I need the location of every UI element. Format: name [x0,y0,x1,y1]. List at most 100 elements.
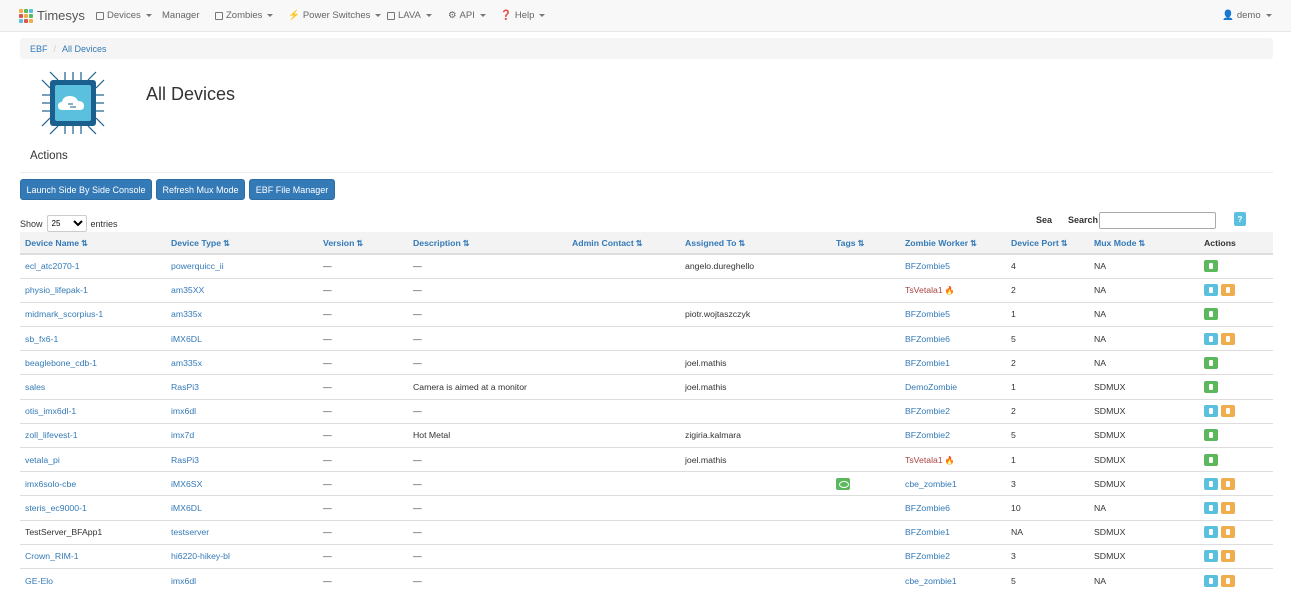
name-value[interactable]: steris_ec9000-1 [25,503,87,513]
tags-cell [831,374,900,400]
name-value[interactable]: GE-Elo [25,576,53,586]
column-header[interactable]: Version ⇅ [318,232,408,255]
type-value[interactable]: RasPi3 [171,455,199,465]
console-button[interactable] [1204,477,1218,490]
column-header[interactable]: Device Port ⇅ [1006,232,1089,255]
name-value[interactable]: sb_fx6-1 [25,334,58,344]
tags-cell [831,422,900,448]
column-header[interactable]: Mux Mode ⇅ [1089,232,1199,255]
type-value[interactable]: imx6dl [171,576,196,586]
column-header[interactable]: Assigned To ⇅ [680,232,831,255]
nav-lava-label: LAVA [398,10,421,21]
type-value[interactable]: iMX6DL [171,334,202,344]
type-value[interactable]: iMX6DL [171,503,202,513]
column-header[interactable]: Zombie Worker ⇅ [900,232,1006,255]
column-header[interactable]: Device Type ⇅ [166,232,318,255]
name-value[interactable]: sales [25,382,45,392]
type-value[interactable]: iMX6SX [171,479,202,489]
breadcrumb-ebf[interactable]: EBF [30,44,48,54]
wrench-button[interactable] [1221,477,1235,490]
console-button[interactable] [1204,501,1218,514]
column-header-label: Actions [1204,237,1236,248]
devices-table: Device Name ⇅ Device Type ⇅ Version ⇅ Descript… [20,232,1273,591]
type-value[interactable]: RasPi3 [171,382,199,392]
wrench-button[interactable] [1221,526,1235,539]
type-value[interactable]: am335x [171,358,202,368]
name-value[interactable]: midmark_scorpius-1 [25,309,103,319]
worker-value[interactable]: BFZombie5 [905,261,950,271]
type-value[interactable]: imx7d [171,430,194,440]
refresh-mux-mode-button[interactable]: Refresh Mux Mode [156,179,245,200]
worker-value[interactable]: BFZombie1 [905,527,950,537]
nav-lava[interactable]: LAVA [387,10,432,21]
worker-value[interactable]: BFZombie6 [905,334,950,344]
console-button[interactable] [1204,405,1218,418]
type-value[interactable]: am335x [171,309,202,319]
breadcrumb-all-devices[interactable]: All Devices [62,44,107,54]
nav-zombies[interactable]: Zombies [215,10,274,21]
ebf-file-manager-button[interactable]: EBF File Manager [249,179,335,200]
worker-value[interactable]: BFZombie2 [905,430,950,440]
console-button[interactable] [1204,332,1218,345]
type-value[interactable]: am35XX [171,285,204,295]
worker-value[interactable]: BFZombie2 [905,406,950,416]
eye-icon[interactable] [836,477,850,490]
actions-cell [1199,374,1273,400]
launch-side-by-side-console-button[interactable]: Launch Side By Side Console [20,179,152,200]
console-button[interactable] [1204,574,1218,587]
page-size-select[interactable]: 25 [46,215,87,232]
nav-power-switches[interactable]: ⚡ Power Switches [288,10,382,21]
entries-label: entries [90,218,118,229]
nav-manager[interactable]: Manager [162,10,200,21]
wrench-button[interactable] [1221,501,1235,514]
worker-value[interactable]: cbe_zombie1 [905,479,957,489]
name-value[interactable]: physio_lifepak-1 [25,285,88,295]
worker-value[interactable]: BFZombie6 [905,503,950,513]
nav-help[interactable]: ❓ Help [500,10,546,21]
wrench-button[interactable] [1221,332,1235,345]
search-input[interactable] [1099,212,1216,229]
worker-value[interactable]: BFZombie2 [905,551,950,561]
column-header[interactable]: Tags ⇅ [831,232,900,255]
column-header[interactable]: Description ⇅ [408,232,567,255]
name-value[interactable]: otis_imx6dl-1 [25,406,76,416]
name-value[interactable]: beaglebone_cdb-1 [25,358,97,368]
worker-value[interactable]: BFZombie5 [905,309,950,319]
nav-user[interactable]: 👤 demo [1222,10,1272,21]
worker-value[interactable]: DemoZombie [905,382,957,392]
wrench-button[interactable] [1221,284,1235,297]
brand[interactable]: Timesys [19,8,85,23]
type-value[interactable]: powerquicc_ii [171,261,224,271]
name-value[interactable]: Crown_RIM-1 [25,551,79,561]
name-value[interactable]: vetala_pi [25,455,60,465]
nav-api[interactable]: ⚙ API [448,10,486,21]
wrench-button[interactable] [1221,550,1235,563]
type-value[interactable]: testserver [171,527,209,537]
column-header[interactable]: Admin Contact ⇅ [567,232,680,255]
console-button[interactable] [1204,453,1218,466]
name-value[interactable]: zoll_lifevest-1 [25,430,78,440]
type-value[interactable]: imx6dl [171,406,196,416]
console-button[interactable] [1204,260,1218,273]
column-header[interactable]: Device Name ⇅ [20,232,166,255]
worker-value[interactable]: cbe_zombie1 [905,576,957,586]
console-button[interactable] [1204,429,1218,442]
console-button[interactable] [1204,308,1218,321]
wrench-button[interactable] [1221,574,1235,587]
wrench-button[interactable] [1221,405,1235,418]
nav-devices[interactable]: Devices [96,10,152,21]
worker-value[interactable]: TsVetala1 [905,455,943,465]
desc-value: — [413,551,422,562]
worker-value[interactable]: TsVetala1 [905,285,943,295]
name-value[interactable]: ecl_atc2070-1 [25,261,80,271]
name-value[interactable]: imx6solo-cbe [25,479,76,489]
console-button[interactable] [1204,381,1218,394]
type-value[interactable]: hi6220-hikey-bl [171,551,230,561]
help-button[interactable]: ? [1234,212,1246,226]
console-button[interactable] [1204,356,1218,369]
console-button[interactable] [1204,526,1218,539]
logo-cell [19,18,23,23]
console-button[interactable] [1204,284,1218,297]
worker-value[interactable]: BFZombie1 [905,358,950,368]
console-button[interactable] [1204,550,1218,563]
